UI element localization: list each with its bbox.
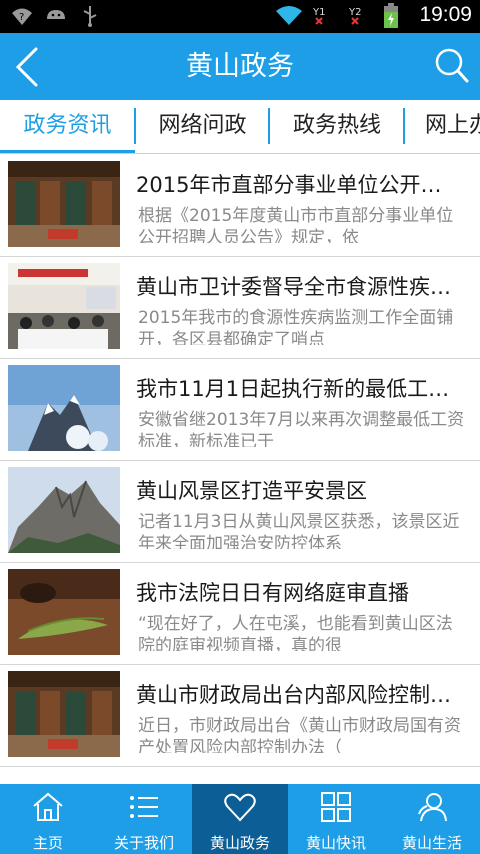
- app-header: 黄山政务: [0, 33, 480, 100]
- news-thumbnail: [8, 263, 120, 349]
- category-tabs: 政务资讯 网络问政 政务热线 网上办: [0, 100, 480, 154]
- tab-news[interactable]: 政务资讯: [0, 100, 135, 153]
- tab-online-inquiry[interactable]: 网络问政: [136, 100, 269, 153]
- news-summary: 记者11月3日从黄山风景区获悉，该景区近年来全面加强治安防控体系: [138, 512, 460, 549]
- news-title: 黄山市卫计委督导全市食源性疾病监测: [136, 275, 462, 299]
- news-thumbnail: [8, 365, 120, 451]
- news-thumbnail: [8, 671, 120, 757]
- nav-label: 黄山快讯: [305, 834, 366, 852]
- android-icon: [44, 4, 68, 28]
- nav-label: 黄山生活: [401, 834, 462, 852]
- news-item[interactable]: 黄山风景区打造平安景区 记者11月3日从黄山风景区获悉，该景区近年来全面加强治安…: [0, 461, 480, 563]
- nav-home[interactable]: 主页: [0, 784, 96, 854]
- grid-icon: [319, 790, 353, 824]
- news-thumbnail: [8, 467, 120, 553]
- nav-flash-news[interactable]: 黄山快讯: [288, 784, 384, 854]
- svg-text:Y1: Y1: [312, 7, 325, 18]
- news-list: 2015年市直部分事业单位公开招聘 根据《2015年度黄山市市直部分事业单位公开…: [0, 155, 480, 767]
- signal-2-icon: Y2: [347, 3, 371, 27]
- wifi-icon: [275, 3, 303, 27]
- tab-online-service[interactable]: 网上办: [405, 100, 480, 153]
- news-title: 我市法院日日有网络庭审直播: [136, 581, 409, 605]
- tab-hotline[interactable]: 政务热线: [270, 100, 404, 153]
- news-summary: 安徽省继2013年7月以来再次调整最低工资标准，新标准已于: [138, 410, 465, 447]
- user-icon: [415, 790, 449, 824]
- nav-life[interactable]: 黄山生活: [384, 784, 480, 854]
- heart-icon: [223, 790, 257, 824]
- page-title: 黄山政务: [186, 51, 294, 82]
- search-icon[interactable]: [434, 47, 470, 85]
- news-summary: “现在好了，人在屯溪，也能看到黄山区法院的庭审视频直播，真的很: [138, 614, 453, 651]
- news-title: 我市11月1日起执行新的最低工资标准: [136, 377, 462, 401]
- usb-icon: [78, 4, 102, 28]
- bottom-nav: 主页 关于我们 黄山政务 黄山快讯 黄山生活: [0, 784, 480, 854]
- battery-charging-icon: [383, 3, 407, 28]
- nav-label: 关于我们: [113, 834, 174, 852]
- nav-about[interactable]: 关于我们: [96, 784, 192, 854]
- svg-text:Y2: Y2: [348, 7, 361, 18]
- news-title: 黄山市财政局出台内部风险控制办法: [136, 683, 462, 707]
- news-item[interactable]: 我市法院日日有网络庭审直播 “现在好了，人在屯溪，也能看到黄山区法院的庭审视频直…: [0, 563, 480, 665]
- news-thumbnail: [8, 569, 120, 655]
- nav-label: 黄山政务: [209, 834, 270, 852]
- news-summary: 根据《2015年度黄山市市直部分事业单位公开招聘人员公告》规定，依: [138, 206, 454, 243]
- news-thumbnail: [8, 161, 120, 247]
- wifi-question-icon: ?: [10, 4, 34, 28]
- news-title: 黄山风景区打造平安景区: [136, 479, 367, 503]
- list-icon: [127, 790, 161, 824]
- news-summary: 2015年我市的食源性疾病监测工作全面铺开，各区县都确定了哨点: [138, 308, 454, 345]
- news-item[interactable]: 黄山市卫计委督导全市食源性疾病监测 2015年我市的食源性疾病监测工作全面铺开，…: [0, 257, 480, 359]
- svg-text:?: ?: [19, 12, 24, 23]
- news-item[interactable]: 2015年市直部分事业单位公开招聘 根据《2015年度黄山市市直部分事业单位公开…: [0, 155, 480, 257]
- home-icon: [31, 790, 65, 824]
- signal-1-icon: Y1: [311, 3, 335, 27]
- app-root: ? Y1 Y2 19:09 黄山政务 政务资讯 网络问政 政务热线 网上 201…: [0, 0, 480, 854]
- news-item[interactable]: 黄山市财政局出台内部风险控制办法 近日，市财政局出台《黄山市财政局国有资产处置风…: [0, 665, 480, 767]
- status-bar: ? Y1 Y2 19:09: [0, 0, 480, 33]
- news-item[interactable]: 我市11月1日起执行新的最低工资标准 安徽省继2013年7月以来再次调整最低工资…: [0, 359, 480, 461]
- news-summary: 近日，市财政局出台《黄山市财政局国有资产处置风险内部控制办法（: [138, 716, 461, 753]
- nav-label: 主页: [32, 834, 63, 852]
- nav-government[interactable]: 黄山政务: [192, 784, 288, 854]
- status-time: 19:09: [419, 3, 472, 26]
- news-title: 2015年市直部分事业单位公开招聘: [136, 173, 462, 197]
